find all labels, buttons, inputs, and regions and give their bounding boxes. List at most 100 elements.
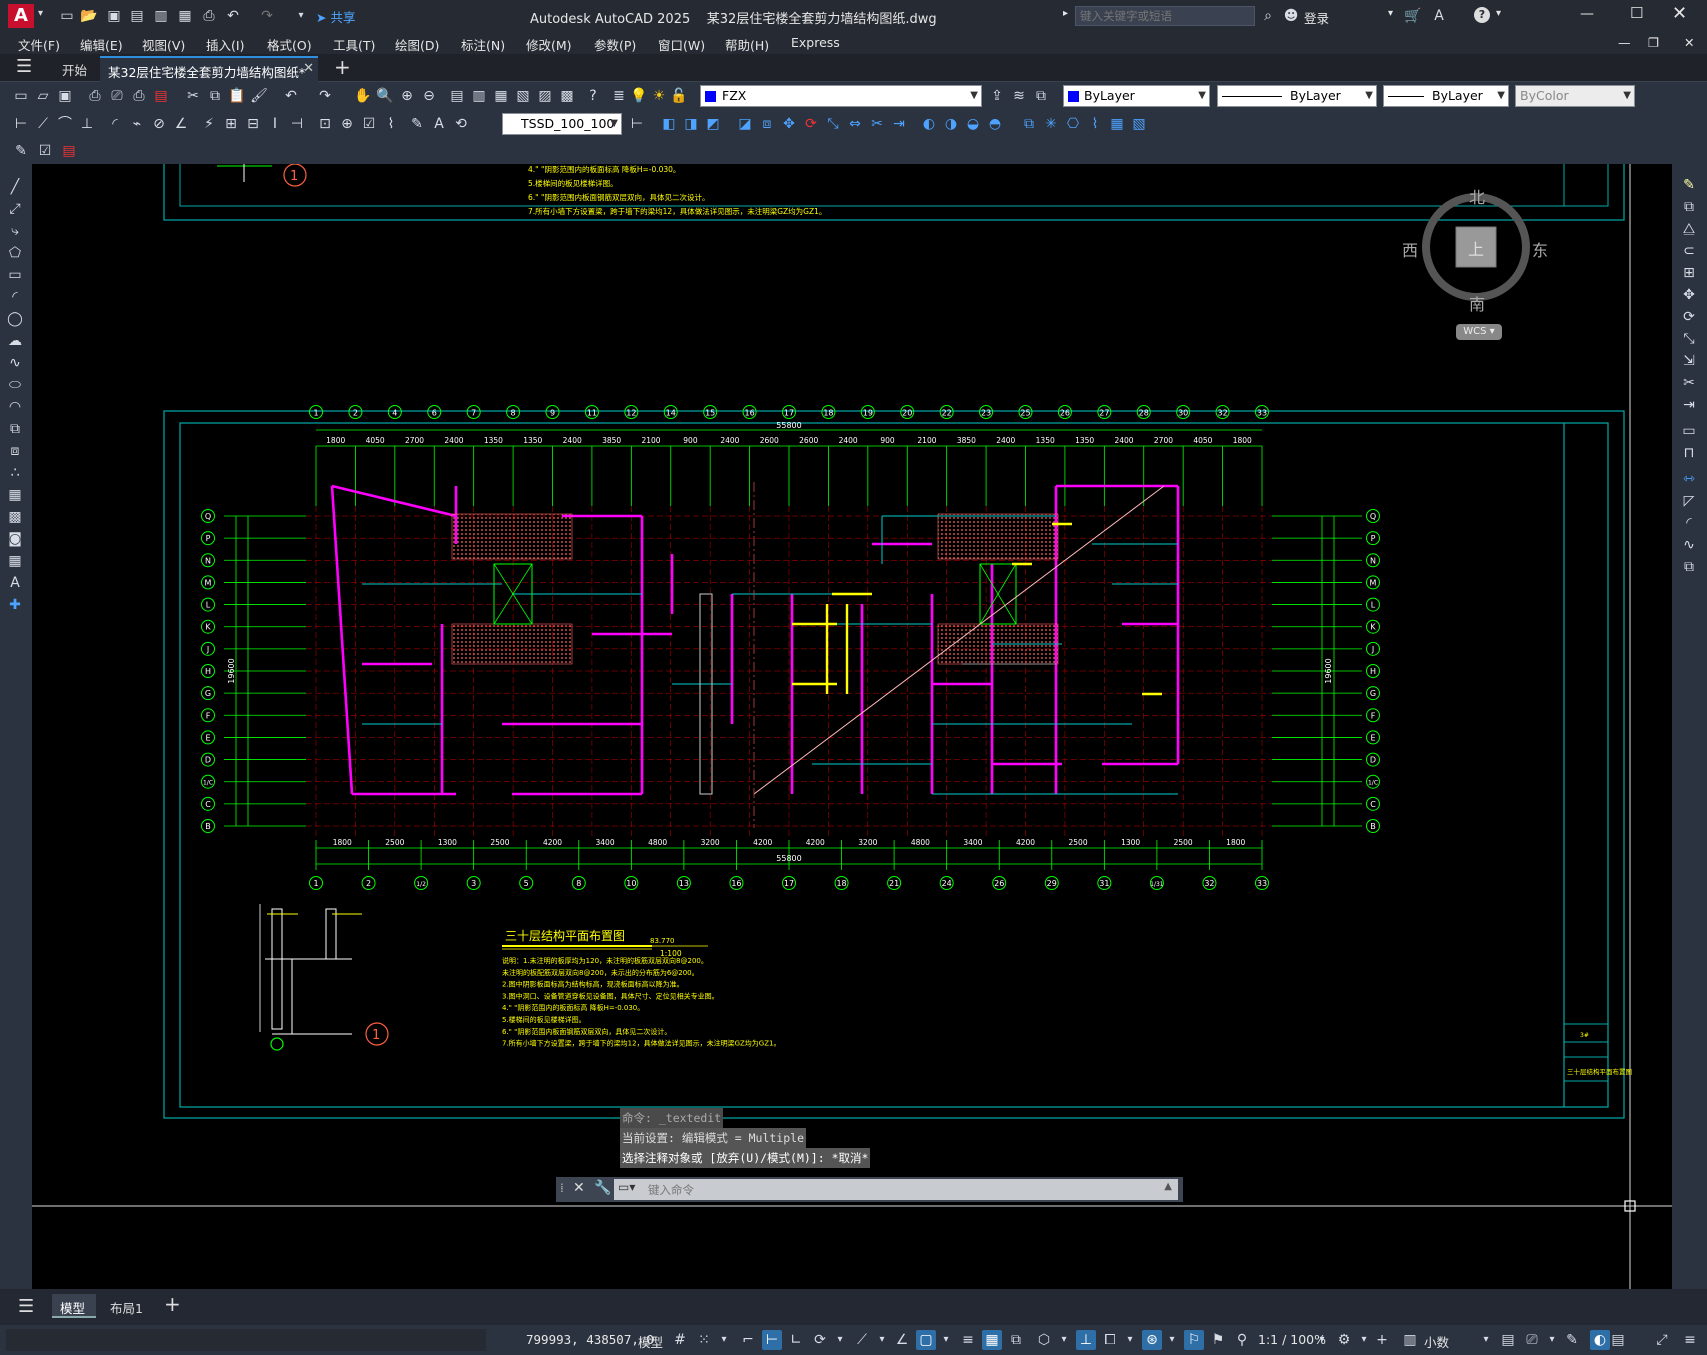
point-icon[interactable]: ∴ xyxy=(6,464,24,482)
menu-dimension[interactable]: 标注(N) xyxy=(461,35,505,54)
tool-palettes-icon[interactable]: ▦ xyxy=(492,87,510,105)
annotation-scale-icon[interactable]: ⚲ xyxy=(1232,1330,1252,1350)
help-icon[interactable]: ? xyxy=(1474,7,1490,23)
copy-object-icon[interactable]: ◨ xyxy=(682,115,700,133)
insert-block-icon[interactable]: ⧉ xyxy=(6,420,24,438)
menu-draw[interactable]: 绘图(D) xyxy=(395,35,439,54)
design-center-icon[interactable]: ▥ xyxy=(470,87,488,105)
menu-express[interactable]: Express xyxy=(791,35,840,50)
search-icon[interactable]: ⌕ xyxy=(1259,7,1277,25)
command-grip-icon[interactable]: ⁞ xyxy=(560,1181,564,1195)
viewcube[interactable]: 北 南 西 东 上 WCS ▾ xyxy=(1402,184,1552,340)
array-edit-icon[interactable]: ▧ xyxy=(1130,115,1148,133)
customize-chevron-icon[interactable]: ▾ xyxy=(292,7,310,25)
extend-icon[interactable]: ⇥ xyxy=(890,115,908,133)
center-mark-icon[interactable]: ⊕ xyxy=(338,115,356,133)
menu-tools[interactable]: 工具(T) xyxy=(333,35,375,54)
dim-continue-icon[interactable]: ⊟ xyxy=(244,115,262,133)
menu-view[interactable]: 视图(V) xyxy=(142,35,185,54)
isolate-objects-icon[interactable]: ✎ xyxy=(1562,1330,1582,1350)
wcs-button[interactable]: WCS ▾ xyxy=(1456,324,1502,340)
menu-file[interactable]: 文件(F) xyxy=(18,35,60,54)
polar-tracking-icon[interactable]: ⟳ xyxy=(810,1330,830,1350)
zoom-realtime-icon[interactable]: 🔍 xyxy=(376,87,394,105)
viewcube-east[interactable]: 东 xyxy=(1532,237,1548,261)
dimstyle-manager-icon[interactable]: ⊢ xyxy=(628,115,646,133)
dim-space-icon[interactable]: I xyxy=(266,115,284,133)
share-button[interactable]: ➤ 共享 xyxy=(316,7,355,26)
blend-curves-icon[interactable]: ∿ xyxy=(1680,536,1698,554)
offset-icon[interactable]: ⊂ xyxy=(1680,242,1698,260)
ellipse-arc-icon[interactable]: ◠ xyxy=(6,398,24,416)
dwf-icon[interactable]: ▤ xyxy=(152,87,170,105)
plotstyle-dropdown[interactable]: ByColor ▼ xyxy=(1515,85,1635,107)
array-icon[interactable]: ⧈ xyxy=(758,115,776,133)
spline-icon[interactable]: ∿ xyxy=(6,354,24,372)
user-icon[interactable]: ☻ xyxy=(1282,7,1300,25)
extend-icon[interactable]: ⇥ xyxy=(1680,396,1698,414)
layer-previous-icon[interactable]: ≋ xyxy=(1010,87,1028,105)
spline-edit-icon[interactable]: ⌇ xyxy=(1086,115,1104,133)
layer-lock-icon[interactable]: 🔓 xyxy=(670,87,688,105)
zoom-previous-icon[interactable]: ⊖ xyxy=(420,87,438,105)
dim-text-edit-icon[interactable]: A xyxy=(430,115,448,133)
markup-icon[interactable]: ▨ xyxy=(536,87,554,105)
offset-icon[interactable]: ◪ xyxy=(736,115,754,133)
erase-icon[interactable]: ✎ xyxy=(1680,176,1698,194)
drawing-canvas[interactable]: 4." "阴影范围内的板面标高 降板H=-0.030。 5.楼梯间的板见楼梯详图… xyxy=(32,164,1672,1289)
layer-state-icon[interactable]: ⧉ xyxy=(1032,87,1050,105)
menu-edit[interactable]: 编辑(E) xyxy=(80,35,123,54)
lock-ui-icon[interactable]: ⎚ xyxy=(1522,1330,1542,1350)
join-icon[interactable]: ◑ xyxy=(942,115,960,133)
scale-icon[interactable]: ⤡ xyxy=(1680,330,1698,348)
help-icon[interactable]: ? xyxy=(584,87,602,105)
break-icon[interactable]: ◐ xyxy=(920,115,938,133)
object-snap-icon[interactable]: ▢ xyxy=(916,1330,936,1350)
circle-icon[interactable]: ◯ xyxy=(6,310,24,328)
break-icon[interactable]: ⊓ xyxy=(1680,444,1698,462)
selection-filter-icon[interactable]: ⧠ xyxy=(1100,1330,1120,1350)
construction-line-icon[interactable]: ⤢ xyxy=(6,200,24,218)
save-web-icon[interactable]: ▦ xyxy=(176,7,194,25)
clean-screen-icon[interactable]: ⤢ xyxy=(1652,1330,1672,1350)
mirror-icon[interactable]: ⧋ xyxy=(1680,220,1698,238)
trim-icon[interactable]: ✂ xyxy=(1680,374,1698,392)
move-icon[interactable]: ✥ xyxy=(780,115,798,133)
maximize-button[interactable]: ☐ xyxy=(1630,4,1643,22)
autodesk-a360-icon[interactable]: A xyxy=(1430,7,1448,25)
isodraft-icon[interactable]: ⟋ xyxy=(852,1330,872,1350)
arc-icon[interactable]: ◜ xyxy=(6,288,24,306)
units-value[interactable]: 小数 xyxy=(1424,1332,1449,1351)
dim-radius-icon[interactable]: ◜ xyxy=(106,115,124,133)
selection-cycling-icon[interactable]: ⧉ xyxy=(1006,1330,1026,1350)
copy-icon[interactable]: ⧉ xyxy=(1680,198,1698,216)
layout-menu-icon[interactable]: ☰ xyxy=(18,1296,34,1317)
3d-osnap-chevron-icon[interactable]: ▾ xyxy=(1054,1330,1074,1350)
trim-icon[interactable]: ✂ xyxy=(868,115,886,133)
undo-icon[interactable]: ↶ xyxy=(282,87,300,105)
login-button[interactable]: 登录 xyxy=(1304,8,1329,27)
explode-icon[interactable]: ✳ xyxy=(1042,115,1060,133)
qnew-icon[interactable]: ▭ xyxy=(12,87,30,105)
line-icon[interactable]: ╱ xyxy=(6,178,24,196)
3d-osnap-icon[interactable]: ⬡ xyxy=(1034,1330,1054,1350)
command-history-chevron-icon[interactable]: ▲ xyxy=(1164,1181,1172,1192)
layer-on-bulb-icon[interactable]: 💡 xyxy=(630,87,648,105)
paste-icon[interactable]: 📋 xyxy=(228,87,246,105)
chamfer-icon[interactable]: ◒ xyxy=(964,115,982,133)
new-file-icon[interactable]: ▭ xyxy=(58,7,76,25)
open-icon[interactable]: ▱ xyxy=(34,87,52,105)
rotate-icon[interactable]: ⟳ xyxy=(1680,308,1698,326)
login-chevron-icon[interactable]: ▾ xyxy=(1388,8,1393,19)
layer-properties-icon[interactable]: ≣ xyxy=(610,87,628,105)
dim-baseline-icon[interactable]: ⊞ xyxy=(222,115,240,133)
zoom-window-icon[interactable]: ⊕ xyxy=(398,87,416,105)
dynamic-input-icon[interactable]: ⊢ xyxy=(762,1330,782,1350)
array-icon[interactable]: ⊞ xyxy=(1680,264,1698,282)
customization-icon[interactable]: ≡ xyxy=(1680,1330,1700,1350)
workspace-gear-icon[interactable]: ⚙ xyxy=(1334,1330,1354,1350)
color-dropdown[interactable]: ByLayer ▼ xyxy=(1063,85,1210,107)
lineweight-dropdown[interactable]: ByLayer ▼ xyxy=(1383,85,1509,107)
save-as-icon[interactable]: ▤ xyxy=(128,7,146,25)
annotation-visibility-icon[interactable]: ⚐ xyxy=(1184,1330,1204,1350)
